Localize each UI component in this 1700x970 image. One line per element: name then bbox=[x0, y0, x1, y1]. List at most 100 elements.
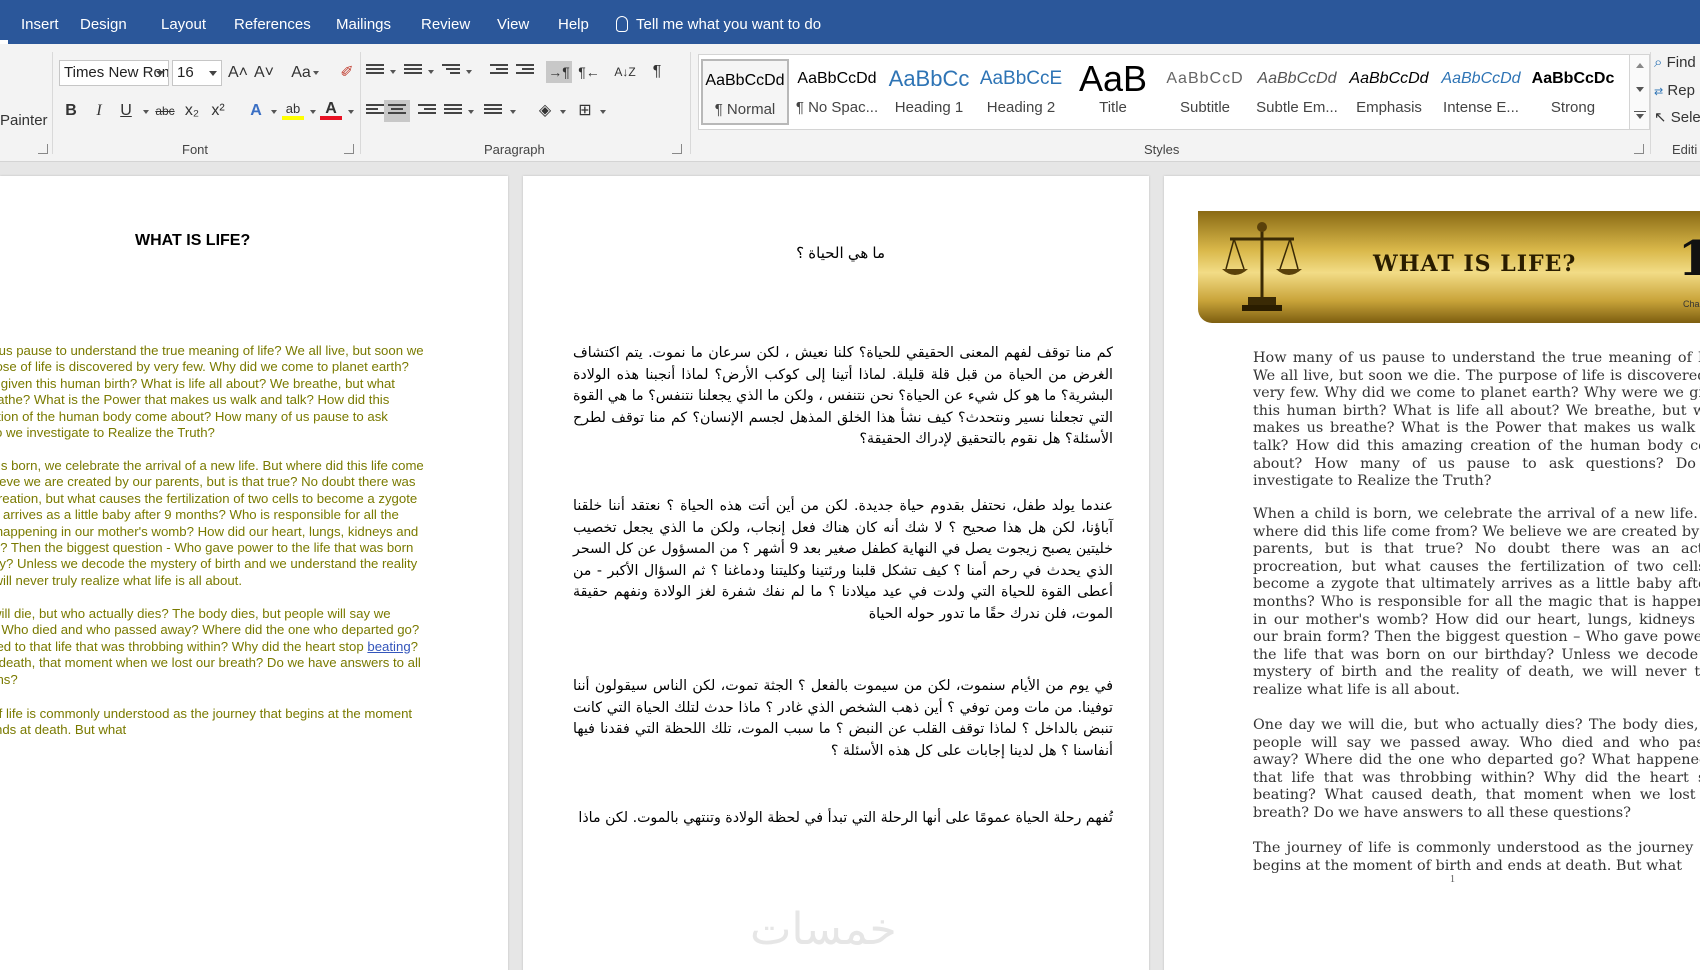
banner-title: WHAT IS LIFE? bbox=[1373, 251, 1577, 277]
paragraph: One day we will die, but who actually di… bbox=[1253, 717, 1700, 821]
shrink-font-icon[interactable]: A˅ bbox=[253, 62, 275, 84]
underline-button[interactable]: U bbox=[115, 100, 137, 122]
tab-layout[interactable]: Layout bbox=[161, 16, 206, 33]
styles-scroll[interactable] bbox=[1629, 55, 1649, 129]
style-intense-emphasis[interactable]: AaBbCcDd Intense E... bbox=[1437, 59, 1525, 125]
style-subtle-emphasis[interactable]: AaBbCcDd Subtle Em... bbox=[1253, 59, 1341, 125]
clear-formatting-icon[interactable]: ✐ bbox=[336, 62, 358, 84]
decrease-indent-icon[interactable] bbox=[490, 64, 508, 78]
numbering-icon[interactable] bbox=[404, 64, 422, 78]
replace-icon: ⇄ bbox=[1654, 86, 1664, 98]
spellcheck-word[interactable]: beating bbox=[367, 639, 410, 654]
text-effects-dropdown-icon[interactable] bbox=[271, 110, 277, 114]
style-emphasis[interactable]: AaBbCcDd Emphasis bbox=[1345, 59, 1433, 125]
bullets-icon[interactable] bbox=[366, 64, 384, 78]
increase-indent-icon[interactable] bbox=[516, 64, 534, 78]
bullets-dropdown-icon[interactable] bbox=[390, 70, 396, 74]
group-separator bbox=[1650, 52, 1651, 154]
style-heading-2[interactable]: AaBbCcE Heading 2 bbox=[977, 59, 1065, 125]
styles-launcher-icon[interactable] bbox=[1634, 144, 1644, 154]
grow-font-icon[interactable]: A˄ bbox=[227, 62, 249, 84]
highlight-icon[interactable]: ab bbox=[282, 98, 304, 120]
font-name-box[interactable]: Times New Roman bbox=[59, 60, 169, 86]
shading-dropdown-icon[interactable] bbox=[560, 110, 566, 114]
line-spacing-icon[interactable] bbox=[484, 104, 502, 118]
style-preview: AaBbCcDd bbox=[797, 70, 877, 87]
style-strong[interactable]: AaBbCcDc Strong bbox=[1529, 59, 1617, 125]
tab-mailings[interactable]: Mailings bbox=[336, 16, 391, 33]
justify-dropdown-icon[interactable] bbox=[468, 110, 474, 114]
tab-view[interactable]: View bbox=[497, 16, 529, 33]
tell-me-box[interactable]: Tell me what you want to do bbox=[616, 16, 821, 33]
paragraph-launcher-icon[interactable] bbox=[672, 144, 682, 154]
style-heading-1[interactable]: AaBbCc Heading 1 bbox=[885, 59, 973, 125]
tab-help[interactable]: Help bbox=[558, 16, 589, 33]
underline-dropdown-icon[interactable] bbox=[143, 110, 149, 114]
style-name: Strong bbox=[1550, 99, 1596, 116]
multilevel-dropdown-icon[interactable] bbox=[466, 70, 472, 74]
font-name-dropdown-icon[interactable] bbox=[156, 71, 164, 76]
paragraph: How many of us pause to understand the t… bbox=[1253, 350, 1700, 490]
font-launcher-icon[interactable] bbox=[344, 144, 354, 154]
find-button[interactable]: ⌕ Find bbox=[1654, 54, 1696, 71]
clipboard-launcher-icon[interactable] bbox=[38, 144, 48, 154]
style-normal[interactable]: AaBbCcDd ¶ Normal bbox=[701, 59, 789, 125]
paragraph: عندما يولد طفل، نحتفل بقدوم حياة جديدة. … bbox=[573, 498, 1113, 622]
borders-dropdown-icon[interactable] bbox=[600, 110, 606, 114]
change-case-button[interactable]: Aa bbox=[288, 62, 322, 84]
numbering-dropdown-icon[interactable] bbox=[428, 70, 434, 74]
line-spacing-dropdown-icon[interactable] bbox=[510, 110, 516, 114]
shading-icon[interactable]: ◈ bbox=[534, 100, 556, 122]
format-painter-button[interactable]: Painter bbox=[0, 112, 48, 129]
chevron-up-icon[interactable] bbox=[1636, 63, 1644, 68]
italic-button[interactable]: I bbox=[88, 100, 110, 122]
page-title: WHAT IS LIFE? bbox=[135, 232, 251, 249]
watermark-logo: خمسات bbox=[750, 904, 897, 955]
style-subtitle[interactable]: AaBbCcD Subtitle bbox=[1161, 59, 1249, 125]
font-size-box[interactable]: 16 bbox=[172, 60, 222, 86]
text-effects-icon[interactable]: A bbox=[245, 100, 267, 122]
select-button[interactable]: ↖ Sele bbox=[1654, 108, 1700, 126]
align-right-icon[interactable] bbox=[418, 104, 436, 118]
style-title[interactable]: AaB Title bbox=[1069, 59, 1157, 125]
chapter-number: 1 bbox=[1678, 231, 1700, 287]
document-page-3[interactable]: WHAT IS LIFE? 1 Chapter How many of us p… bbox=[1164, 176, 1700, 970]
chevron-down-icon[interactable] bbox=[1636, 87, 1644, 92]
document-page-1[interactable]: WHAT IS LIFE? How many of us pause to un… bbox=[0, 176, 508, 970]
subscript-button[interactable]: x₂ bbox=[181, 100, 203, 122]
replace-button[interactable]: ⇄ Rep bbox=[1654, 82, 1695, 99]
tab-design[interactable]: Design bbox=[80, 16, 127, 33]
borders-icon[interactable]: ⊞ bbox=[574, 100, 596, 122]
align-left-icon[interactable] bbox=[366, 104, 384, 118]
style-no-spacing[interactable]: AaBbCcDd ¶ No Spac... bbox=[793, 59, 881, 125]
tab-insert[interactable]: Insert bbox=[21, 16, 59, 33]
justify-icon[interactable] bbox=[444, 104, 462, 118]
font-color-icon[interactable]: A bbox=[320, 98, 342, 120]
paragraph: كم منا توقف لفهم المعنى الحقيقي للحياة؟ … bbox=[573, 345, 1113, 447]
font-group-label: Font bbox=[182, 142, 209, 157]
chevron-down-icon bbox=[312, 70, 319, 75]
highlight-dropdown-icon[interactable] bbox=[310, 110, 316, 114]
tab-references[interactable]: References bbox=[234, 16, 311, 33]
strikethrough-button[interactable]: abc bbox=[152, 100, 178, 122]
style-name: ¶ Normal bbox=[714, 101, 776, 118]
styles-gallery: AaBbCcDd ¶ Normal AaBbCcDd ¶ No Spac... … bbox=[698, 54, 1650, 130]
font-name-value: Times New Roman bbox=[64, 64, 168, 81]
more-styles-icon[interactable] bbox=[1634, 111, 1646, 119]
tab-review[interactable]: Review bbox=[421, 16, 470, 33]
font-color-dropdown-icon[interactable] bbox=[348, 110, 354, 114]
style-preview: AaBbCcE bbox=[979, 68, 1063, 89]
rtl-direction-button[interactable]: ¶← bbox=[576, 61, 602, 83]
style-name: ¶ No Spac... bbox=[795, 99, 879, 116]
group-separator bbox=[690, 52, 691, 154]
multilevel-list-icon[interactable] bbox=[442, 64, 460, 78]
align-center-button[interactable] bbox=[384, 100, 410, 122]
document-page-2[interactable]: ما هي الحياة ؟ كم منا توقف لفهم المعنى ا… bbox=[523, 176, 1149, 970]
ltr-direction-button[interactable]: →¶ bbox=[546, 61, 572, 83]
show-marks-icon[interactable]: ¶ bbox=[646, 61, 668, 83]
style-preview: AaB bbox=[1078, 59, 1148, 99]
superscript-button[interactable]: x² bbox=[207, 100, 229, 122]
bold-button[interactable]: B bbox=[60, 100, 82, 122]
sort-icon[interactable]: A↓Z bbox=[612, 61, 638, 83]
font-size-dropdown-icon[interactable] bbox=[209, 71, 217, 76]
